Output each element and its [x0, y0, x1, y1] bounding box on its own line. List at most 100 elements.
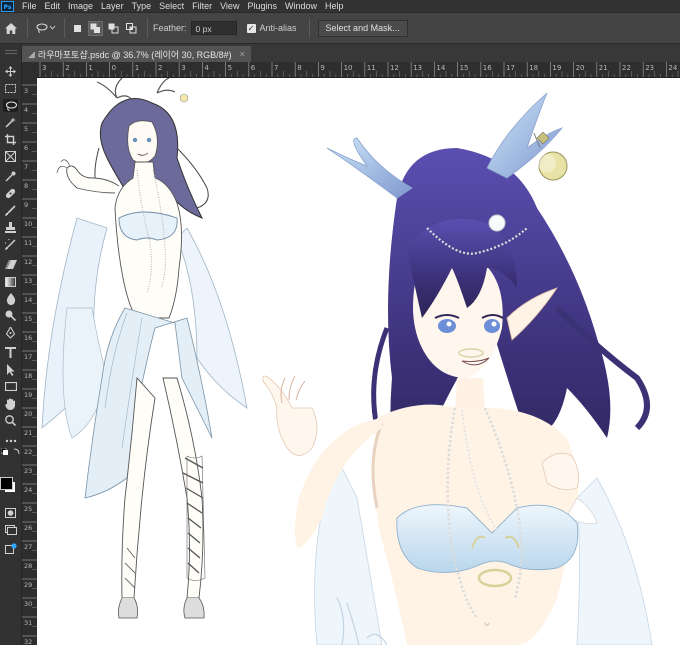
ruler-label: 2 — [65, 64, 69, 72]
menu-select[interactable]: Select — [159, 1, 184, 11]
default-colors-icon[interactable] — [0, 447, 21, 468]
feather-input[interactable]: 0 px — [190, 21, 237, 35]
ruler-label: 11 — [24, 239, 32, 247]
new-selection-mode-button[interactable] — [70, 21, 85, 36]
menu-filter[interactable]: Filter — [192, 1, 212, 11]
screen-mode-icon[interactable] — [3, 523, 18, 536]
ruler-label: 4 — [24, 106, 28, 114]
ruler-label: 21 — [599, 64, 608, 72]
ruler-label: 15 — [460, 64, 469, 72]
document-canvas[interactable] — [37, 78, 680, 645]
subtract-from-selection-mode-button[interactable] — [106, 21, 121, 36]
ruler-label: 21 — [24, 429, 32, 437]
tab-grip-icon: ◢ — [28, 48, 35, 59]
gradient-tool-icon[interactable] — [3, 275, 18, 288]
ruler-label: 18 — [24, 372, 32, 380]
ruler-label: 1 — [88, 64, 92, 72]
ruler-label: 16 — [483, 64, 492, 72]
menu-bar: Ps File Edit Image Layer Type Select Fil… — [0, 0, 680, 12]
ruler-label: 13 — [413, 64, 422, 72]
menu-plugins[interactable]: Plugins — [247, 1, 277, 11]
ruler-label: 20 — [24, 410, 32, 418]
tools-panel — [0, 44, 22, 645]
document-tab-title: 라우마포토샵.psdc @ 36.7% (레이어 30, RGB/8#) — [37, 49, 232, 60]
ruler-label: 17 — [506, 64, 515, 72]
pen-tool-icon[interactable] — [3, 326, 18, 339]
ruler-label: 14 — [24, 296, 32, 304]
sketch-figure — [41, 78, 248, 619]
type-tool-icon[interactable] — [3, 346, 18, 359]
ruler-label: 0 — [112, 64, 116, 72]
ruler-label: 8 — [297, 64, 301, 72]
separator — [147, 18, 148, 38]
document-tab[interactable]: ◢ 라우마포토샵.psdc @ 36.7% (레이어 30, RGB/8#) × — [22, 46, 251, 62]
antialias-checkbox[interactable]: ✓ — [246, 23, 256, 33]
clone-stamp-tool-icon[interactable] — [3, 221, 18, 234]
ruler-label: 6 — [24, 144, 28, 152]
options-bar: Feather: 0 px ✓ Anti-alias Select and Ma… — [0, 12, 680, 44]
ruler-label: 31 — [24, 619, 32, 627]
colored-figure — [262, 92, 653, 645]
menu-edit[interactable]: Edit — [45, 1, 61, 11]
move-tool-icon[interactable] — [3, 65, 18, 78]
hand-tool-icon[interactable] — [3, 397, 18, 410]
ruler-label: 5 — [228, 64, 232, 72]
ruler-label: 29 — [24, 581, 32, 589]
brush-tool-icon[interactable] — [3, 204, 18, 217]
ruler-label: 32 — [24, 638, 32, 645]
eyedropper-tool-icon[interactable] — [3, 170, 18, 183]
intersect-selection-mode-button[interactable] — [124, 21, 139, 36]
menu-window[interactable]: Window — [285, 1, 317, 11]
frame-tool-icon[interactable] — [3, 150, 18, 163]
menu-image[interactable]: Image — [68, 1, 93, 11]
more-tools-icon[interactable] — [3, 434, 18, 447]
zoom-tool-icon[interactable] — [3, 414, 18, 427]
ruler-label: 24 — [668, 64, 677, 72]
ruler-label: 3 — [42, 64, 46, 72]
select-and-mask-button[interactable]: Select and Mask... — [317, 19, 408, 37]
ruler-label: 8 — [24, 182, 28, 190]
home-icon[interactable] — [0, 22, 22, 34]
blur-tool-icon[interactable] — [3, 292, 18, 305]
ruler-label: 17 — [24, 353, 32, 361]
menu-type[interactable]: Type — [132, 1, 152, 11]
ruler-label: 22 — [24, 448, 32, 456]
document-tab-bar: ◢ 라우마포토샵.psdc @ 36.7% (레이어 30, RGB/8#) × — [22, 44, 680, 62]
crop-tool-icon[interactable] — [3, 133, 18, 146]
add-to-selection-mode-button[interactable] — [88, 20, 103, 36]
menu-help[interactable]: Help — [325, 1, 344, 11]
ruler-label: 19 — [24, 391, 32, 399]
foreground-color-swatch[interactable] — [0, 477, 13, 490]
ruler-label: 28 — [24, 562, 32, 570]
ruler-label: 27 — [24, 543, 32, 551]
lasso-tool-icon[interactable] — [3, 99, 18, 112]
separator — [64, 18, 65, 38]
menu-view[interactable]: View — [220, 1, 239, 11]
menu-file[interactable]: File — [22, 1, 37, 11]
dodge-tool-icon[interactable] — [3, 309, 18, 322]
ruler-left[interactable]: 3 4 5 6 7 8 9 10 11 12 13 14 15 16 17 18 19 20 21 22 23 24 25 2… — [22, 77, 38, 645]
ruler-label: 4 — [204, 64, 209, 72]
close-icon[interactable]: × — [240, 49, 245, 59]
ruler-label: 13 — [24, 277, 32, 285]
magic-wand-tool-icon[interactable] — [3, 116, 18, 129]
share-icon[interactable] — [3, 542, 18, 555]
ruler-label: 16 — [24, 334, 32, 342]
ruler-label: 12 — [390, 64, 399, 72]
marquee-tool-icon[interactable] — [3, 82, 18, 95]
quick-mask-icon[interactable] — [3, 506, 18, 519]
rectangle-tool-icon[interactable] — [3, 380, 18, 393]
healing-tool-icon[interactable] — [3, 187, 18, 200]
eraser-tool-icon[interactable] — [3, 258, 18, 271]
photoshop-logo-icon[interactable]: Ps — [1, 0, 14, 12]
ruler-label: 2 — [158, 64, 162, 72]
path-selection-tool-icon[interactable] — [3, 363, 18, 376]
lasso-icon[interactable] — [33, 23, 59, 33]
history-brush-tool-icon[interactable] — [3, 238, 18, 251]
ruler-label: 22 — [622, 64, 631, 72]
menu-layer[interactable]: Layer — [101, 1, 124, 11]
separator — [308, 18, 310, 38]
ruler-top[interactable]: 3 2 1 0 1 2 3 4 5 6 7 8 9 10 11 12 13 14 15 16 17 18 19 20 21 22 2… — [37, 62, 680, 78]
toolbar-grip[interactable] — [5, 50, 17, 54]
ruler-label: 7 — [274, 64, 278, 72]
